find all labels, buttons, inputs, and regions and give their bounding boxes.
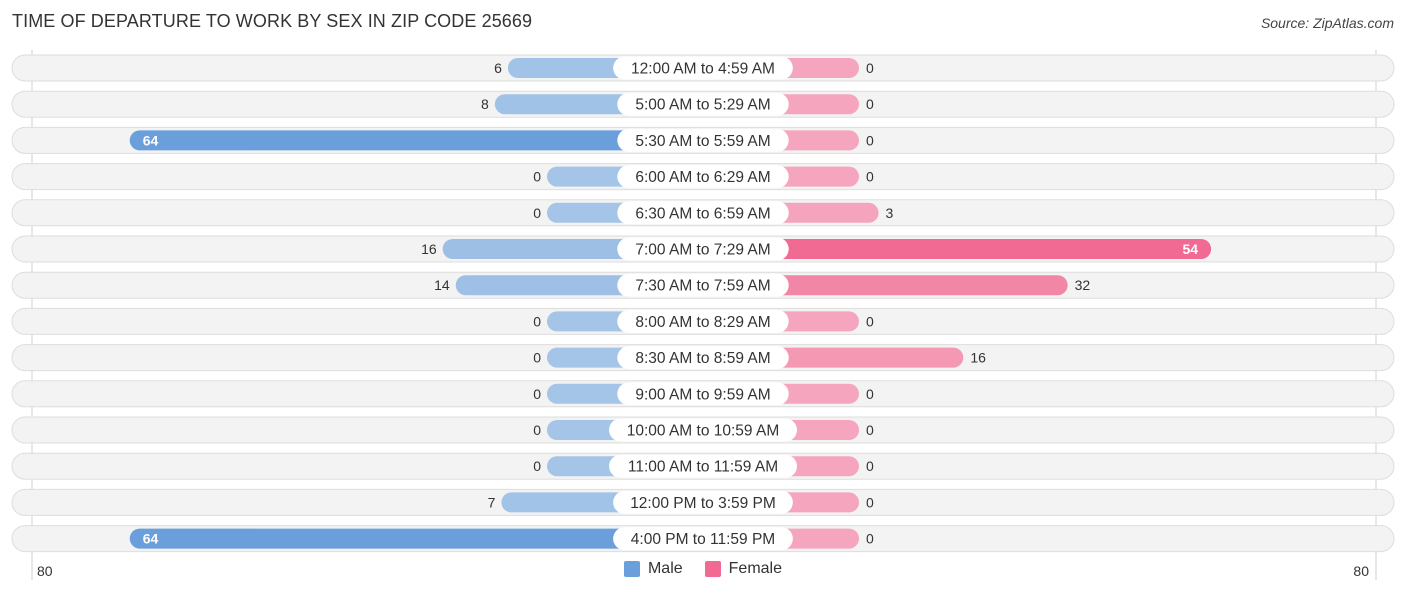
chart-row: 9:00 AM to 9:59 AM 0 0	[11, 380, 1395, 408]
legend-item-female: Female	[704, 560, 783, 578]
chart-row: 7:30 AM to 7:59 AM 14 32	[11, 271, 1395, 299]
chart-row: 8:30 AM to 8:59 AM 0 16	[11, 344, 1395, 372]
category-label: 5:30 AM to 5:59 AM	[635, 133, 770, 150]
female-value-label: 16	[970, 350, 986, 366]
female-value-label: 0	[866, 422, 874, 438]
chart-row: 5:30 AM to 5:59 AM 64 0	[11, 126, 1395, 154]
male-value-label: 0	[533, 422, 541, 438]
chart-row: 12:00 AM to 4:59 AM 6 0	[11, 54, 1395, 82]
female-value-label: 0	[866, 458, 874, 474]
category-label: 5:00 AM to 5:29 AM	[635, 97, 770, 114]
male-value-label: 0	[533, 169, 541, 185]
chart-row: 11:00 AM to 11:59 AM 0 0	[11, 452, 1395, 480]
category-label: 12:00 PM to 3:59 PM	[630, 495, 776, 512]
category-label: 8:00 AM to 8:29 AM	[635, 314, 770, 331]
female-value-label: 0	[866, 96, 874, 112]
male-value-label: 6	[494, 60, 502, 76]
female-value-label: 0	[866, 386, 874, 402]
legend-item-male: Male	[623, 560, 683, 578]
male-value-label: 0	[533, 458, 541, 474]
chart-canvas: 12:00 AM to 4:59 AM 6 0 5:00 AM to 5:29 AM 8…	[11, 50, 1395, 580]
male-value-label: 0	[533, 313, 541, 329]
legend-swatch-female	[704, 561, 721, 577]
chart-row: 10:00 AM to 10:59 AM 0 0	[11, 416, 1395, 444]
category-label: 11:00 AM to 11:59 AM	[628, 459, 778, 476]
female-value-label: 32	[1075, 277, 1091, 293]
chart-row: 4:00 PM to 11:59 PM 64 0	[11, 525, 1395, 553]
female-value-label: 0	[866, 531, 874, 547]
category-label: 10:00 AM to 10:59 AM	[627, 423, 780, 440]
chart-row: 5:00 AM to 5:29 AM 8 0	[11, 90, 1395, 118]
male-value-label: 14	[434, 277, 450, 293]
legend-swatch-male	[623, 561, 640, 577]
male-bar	[129, 130, 704, 151]
chart-row: 6:30 AM to 6:59 AM 0 3	[11, 199, 1395, 227]
chart-row: 12:00 PM to 3:59 PM 7 0	[11, 488, 1395, 516]
male-value-label: 7	[488, 494, 496, 510]
male-value-label: 0	[533, 386, 541, 402]
category-label: 6:30 AM to 6:59 AM	[635, 205, 770, 222]
female-value-label: 0	[866, 169, 874, 185]
male-value-label: 16	[421, 241, 437, 257]
male-value-label: 64	[143, 531, 159, 547]
chart-row: 7:00 AM to 7:29 AM 16 54	[11, 235, 1395, 263]
category-label: 8:30 AM to 8:59 AM	[635, 350, 770, 367]
legend: Male Female	[0, 560, 1406, 578]
male-value-label: 64	[143, 132, 159, 148]
chart-row: 6:00 AM to 6:29 AM 0 0	[11, 163, 1395, 191]
chart-row: 8:00 AM to 8:29 AM 0 0	[11, 307, 1395, 335]
category-label: 12:00 AM to 4:59 AM	[631, 61, 775, 78]
female-value-label: 0	[866, 60, 874, 76]
female-value-label: 0	[866, 132, 874, 148]
female-value-label: 0	[866, 313, 874, 329]
legend-label-female: Female	[728, 560, 783, 577]
male-value-label: 0	[533, 205, 541, 221]
female-value-label: 0	[866, 494, 874, 510]
female-value-label: 3	[886, 205, 894, 221]
category-label: 4:00 PM to 11:59 PM	[631, 531, 775, 548]
category-label: 7:30 AM to 7:59 AM	[635, 278, 770, 295]
legend-label-male: Male	[647, 560, 683, 577]
male-value-label: 8	[481, 96, 489, 112]
category-label: 9:00 AM to 9:59 AM	[635, 386, 770, 403]
category-label: 7:00 AM to 7:29 AM	[635, 242, 770, 259]
male-value-label: 0	[533, 350, 541, 366]
female-value-label: 54	[1183, 241, 1199, 257]
category-label: 6:00 AM to 6:29 AM	[635, 169, 770, 186]
